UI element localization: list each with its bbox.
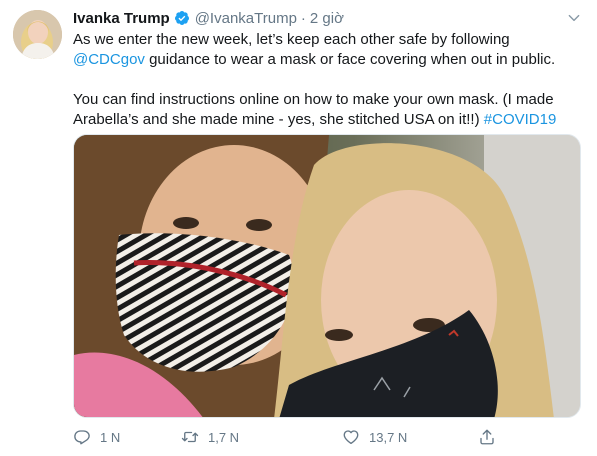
share-button[interactable] [478,428,496,446]
share-icon [480,429,494,445]
tweet-actions: 1 N 1,7 N 13,7 N [73,428,583,448]
tweet-header: Ivanka Trump @IvankaTrump · 2 giờ [73,9,583,27]
avatar-image [13,10,62,59]
more-options-button[interactable] [565,9,583,27]
author-handle[interactable]: @IvankaTrump [195,10,297,27]
tweet-paragraph-1: As we enter the new week, let’s keep eac… [73,30,583,70]
photo-image [74,135,580,417]
author-name[interactable]: Ivanka Trump [73,10,170,27]
retweet-button[interactable]: 1,7 N [181,428,239,446]
tweet-text-part: As we enter the new week, let’s keep eac… [73,31,510,48]
like-count: 13,7 N [369,429,408,445]
tweet-text-part: guidance to wear a mask or face covering… [144,51,556,68]
separator-dot: · [300,9,306,27]
tweet-text-part: You can find instructions online on how … [73,91,554,128]
retweet-count: 1,7 N [208,429,240,445]
like-button[interactable]: 13,7 N [342,428,407,446]
mention-link[interactable]: @CDCgov [73,51,145,68]
tweet-timestamp[interactable]: 2 giờ [310,10,344,27]
reply-count: 1 N [100,429,121,445]
retweet-icon [181,431,199,443]
reply-icon [74,430,90,445]
hashtag-link[interactable]: #COVID19 [484,111,557,128]
tweet-photo[interactable] [73,134,581,418]
tweet-text: As we enter the new week, let’s keep eac… [73,30,583,130]
chevron-down-icon [568,14,580,22]
tweet-paragraph-2: You can find instructions online on how … [73,90,583,130]
avatar[interactable] [13,10,62,59]
reply-button[interactable]: 1 N [73,428,120,446]
verified-badge-icon [174,11,189,25]
heart-icon [343,430,359,445]
